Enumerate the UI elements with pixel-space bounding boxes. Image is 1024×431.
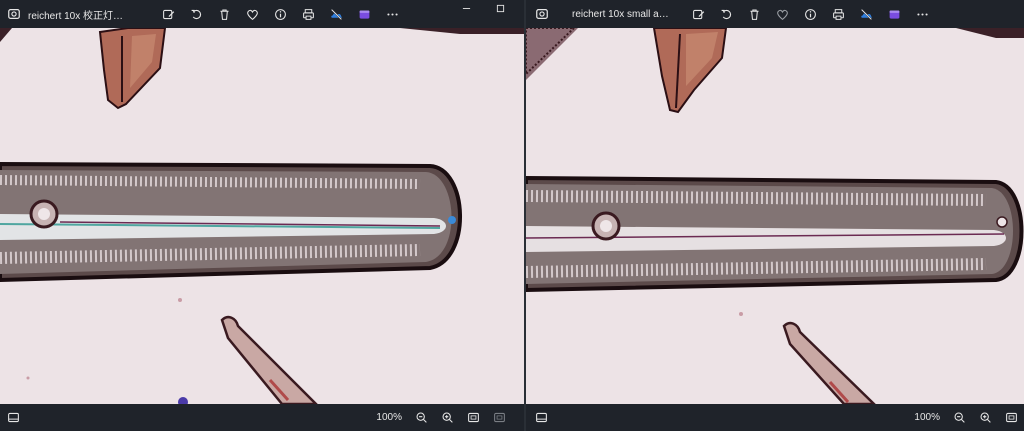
image-viewport[interactable] [0, 28, 524, 404]
edit-image-icon[interactable] [684, 0, 712, 28]
zoom-in-icon[interactable] [434, 405, 460, 431]
photos-app-icon [0, 0, 28, 28]
left-photo-window: reichert 10x 校正灯丝... 100% [0, 0, 524, 431]
title-bar: reichert 10x small apt... [526, 0, 1024, 28]
title-bar: reichert 10x 校正灯丝... [0, 0, 524, 28]
image-viewport[interactable] [526, 28, 1024, 404]
fit-to-window-icon[interactable] [998, 405, 1024, 431]
right-photo-window: reichert 10x small apt... 100% [526, 0, 1024, 431]
zoom-level: 100% [914, 412, 940, 423]
window-title: reichert 10x 校正灯丝... [28, 10, 128, 22]
clipchamp-icon[interactable] [880, 0, 908, 28]
more-icon[interactable] [908, 0, 936, 28]
zoom-level: 100% [376, 412, 402, 423]
fit-to-window-icon[interactable] [460, 405, 486, 431]
delete-icon[interactable] [740, 0, 768, 28]
favorite-icon[interactable] [238, 0, 266, 28]
zoom-out-icon[interactable] [408, 405, 434, 431]
diatom-photo [526, 28, 1024, 404]
filmstrip-icon[interactable] [0, 405, 26, 431]
rotate-icon[interactable] [182, 0, 210, 28]
toolbar [154, 0, 406, 28]
print-icon[interactable] [294, 0, 322, 28]
maximize-icon[interactable] [488, 0, 512, 16]
edit-image-icon[interactable] [154, 0, 182, 28]
print-icon[interactable] [824, 0, 852, 28]
info-icon[interactable] [266, 0, 294, 28]
onedrive-icon[interactable] [852, 0, 880, 28]
zoom-out-icon[interactable] [946, 405, 972, 431]
delete-icon[interactable] [210, 0, 238, 28]
photos-app-icon [528, 0, 556, 28]
rotate-icon[interactable] [712, 0, 740, 28]
filmstrip-icon[interactable] [528, 405, 554, 431]
diatom-photo [0, 28, 524, 404]
toolbar [684, 0, 936, 28]
minimize-icon[interactable] [454, 0, 478, 16]
zoom-in-icon[interactable] [972, 405, 998, 431]
onedrive-icon[interactable] [322, 0, 350, 28]
favorite-icon[interactable] [768, 0, 796, 28]
info-icon[interactable] [796, 0, 824, 28]
more-icon[interactable] [378, 0, 406, 28]
status-bar: 100% [526, 404, 1024, 431]
status-bar: 100% [0, 404, 524, 431]
clipchamp-icon[interactable] [350, 0, 378, 28]
window-title: reichert 10x small apt... [572, 8, 672, 20]
full-screen-icon[interactable] [486, 405, 512, 431]
